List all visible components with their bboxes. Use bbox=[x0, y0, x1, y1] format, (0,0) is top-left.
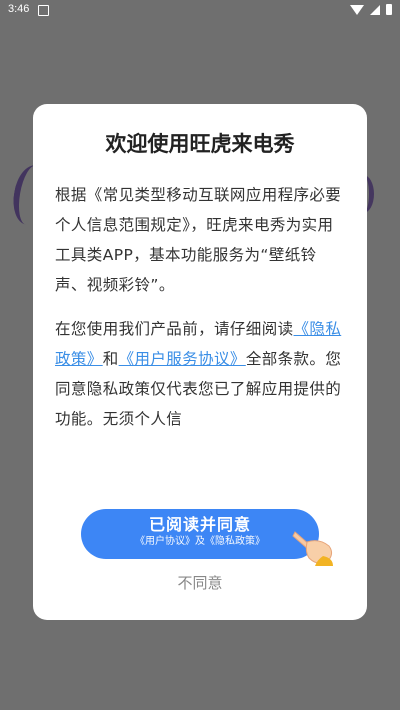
user-service-agreement-link[interactable]: 《用户服务协议》 bbox=[119, 350, 246, 368]
status-bar: 3:46 bbox=[0, 0, 400, 20]
signal-icon bbox=[370, 4, 380, 15]
disagree-button[interactable]: 不同意 bbox=[33, 572, 367, 593]
status-time: 3:46 bbox=[8, 3, 30, 15]
battery-icon bbox=[386, 4, 392, 15]
policy-connector: 和 bbox=[102, 350, 119, 368]
intro-paragraph: 根据《常见类型移动互联网应用程序必要个人信息范围规定》，旺虎来电秀为实用工具类A… bbox=[55, 186, 342, 294]
policy-paragraph: 在您使用我们产品前，请仔细阅读《隐私政策》和《用户服务协议》全部条款。您同意隐私… bbox=[55, 314, 347, 434]
agree-button[interactable]: 已阅读并同意 《用户协议》及《隐私政策》 bbox=[81, 509, 319, 559]
status-icons bbox=[350, 4, 392, 15]
dialog-title: 欢迎使用旺虎来电秀 bbox=[105, 132, 295, 156]
pointing-hand-icon bbox=[292, 531, 333, 566]
privacy-consent-dialog: 欢迎使用旺虎来电秀 根据《常见类型移动互联网应用程序必要个人信息范围规定》，旺虎… bbox=[33, 104, 367, 620]
wifi-icon bbox=[350, 4, 364, 15]
agree-button-sublabel: 《用户协议》及《隐私政策》 bbox=[135, 536, 265, 547]
dialog-body: 根据《常见类型移动互联网应用程序必要个人信息范围规定》，旺虎来电秀为实用工具类A… bbox=[55, 180, 347, 448]
agree-button-label: 已阅读并同意 bbox=[148, 515, 251, 534]
notification-app-icon bbox=[38, 5, 49, 16]
policy-paragraph-prefix: 在您使用我们产品前，请仔细阅读 bbox=[55, 320, 294, 338]
